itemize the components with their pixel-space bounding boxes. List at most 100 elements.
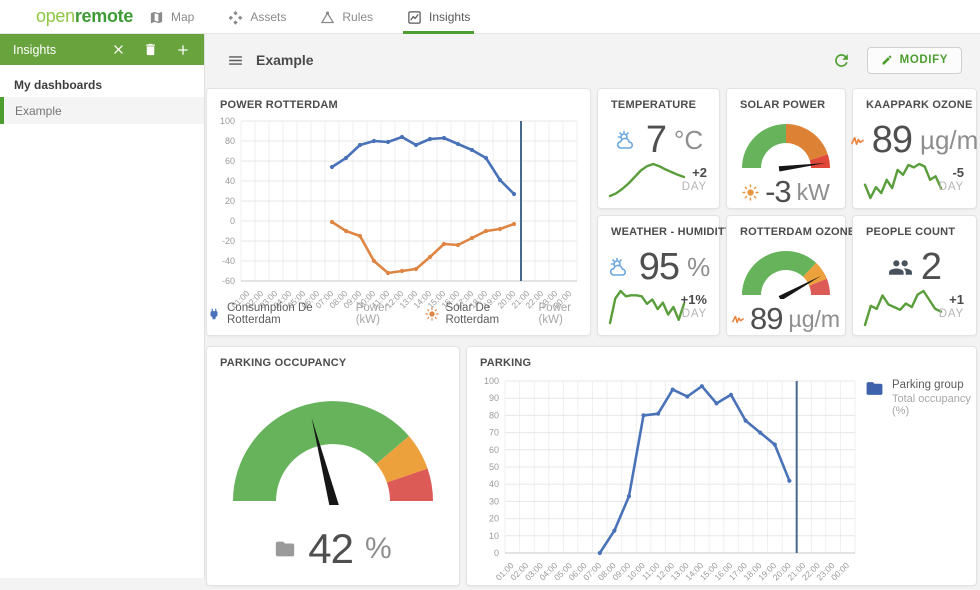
page-title: Example — [256, 52, 314, 68]
svg-text:-20: -20 — [222, 236, 235, 246]
close-icon[interactable] — [111, 42, 126, 57]
humidity-unit: % — [687, 252, 710, 283]
temperature-value: 7 — [646, 119, 666, 162]
rotterdam-ozone-gauge — [731, 241, 841, 304]
sidebar-header: Insights — [0, 34, 204, 65]
rotterdam-unit: µg/m — [788, 306, 840, 333]
logo-remote-text: remote — [75, 6, 133, 26]
logo-open-text: open — [36, 6, 75, 26]
top-navbar: openremote Map Assets Rules Insights — [0, 0, 980, 34]
nav-item-label: Insights — [429, 10, 470, 24]
nav-item-map[interactable]: Map — [145, 0, 198, 34]
delta-value: +2 — [682, 165, 707, 180]
modify-button[interactable]: MODIFY — [867, 47, 962, 74]
widget-weather-humidity: WEATHER - HUMIDITY 95 % +1% DAY — [597, 215, 720, 336]
legend-series-attribute: Total occupancy (%) — [892, 393, 976, 417]
svg-text:90: 90 — [489, 393, 499, 403]
nav-item-insights[interactable]: Insights — [403, 0, 474, 34]
legend-item-consumption[interactable]: Consumption De Rotterdam Power (kW) — [207, 302, 407, 326]
svg-text:70: 70 — [489, 428, 499, 438]
nav-item-rules[interactable]: Rules — [316, 0, 377, 34]
sidebar-item-example[interactable]: Example — [0, 97, 204, 124]
svg-text:-40: -40 — [222, 256, 235, 266]
kaappark-value: 89 — [872, 119, 912, 162]
legend-item-solar[interactable]: Solar De Rotterdam Power (kW) — [425, 302, 590, 326]
legend-series-attribute: Power (kW) — [356, 302, 408, 326]
nav-item-label: Map — [171, 10, 194, 24]
widget-kaappark-ozone: KAAPPARK OZONE 89 µg/m -5 DAY — [852, 88, 977, 209]
parking-occupancy-gauge — [223, 389, 443, 510]
widget-title: POWER ROTTERDAM — [220, 99, 338, 111]
nav-item-assets[interactable]: Assets — [224, 0, 290, 34]
people-sparkline — [862, 288, 944, 333]
parking-occupancy-value-row: 42 % — [207, 525, 459, 573]
parking-occupancy-unit: % — [365, 532, 392, 566]
widget-title: SOLAR POWER — [740, 99, 825, 111]
svg-text:60: 60 — [225, 156, 235, 166]
parking-occupancy-value: 42 — [308, 525, 353, 573]
svg-text:20: 20 — [489, 514, 499, 524]
solar-power-value-row: -3 kW — [727, 174, 845, 210]
widget-parking-occupancy: PARKING OCCUPANCY 42 % — [206, 346, 460, 586]
nav-item-label: Assets — [250, 10, 286, 24]
widget-people-count: PEOPLE COUNT 2 +1 DAY — [852, 215, 977, 336]
weather-cloudy-icon — [607, 256, 631, 280]
refresh-icon[interactable] — [832, 51, 851, 70]
assets-icon — [228, 10, 243, 25]
svg-text:100: 100 — [220, 116, 235, 126]
people-count-value: 2 — [921, 246, 941, 289]
rotterdam-value: 89 — [750, 301, 782, 337]
legend-series-name: Parking group — [892, 379, 976, 391]
people-delta-block: +1 DAY — [939, 292, 964, 320]
parking-chart-legend[interactable]: Parking group Total occupancy (%) — [865, 379, 976, 417]
ozone-icon — [732, 313, 744, 325]
trash-icon[interactable] — [143, 42, 158, 57]
people-value-row: 2 — [853, 246, 976, 289]
power-rotterdam-chart: 100806040200-20-40-6001:0002:0003:0004:0… — [211, 113, 587, 316]
svg-text:80: 80 — [489, 410, 499, 420]
openremote-logo[interactable]: openremote — [36, 6, 133, 27]
svg-text:40: 40 — [489, 479, 499, 489]
widget-title: KAAPPARK OZONE — [866, 99, 973, 111]
widget-temperature: TEMPERATURE 7 °C +2 DAY — [597, 88, 720, 209]
add-dashboard-icon[interactable] — [175, 42, 191, 58]
widget-title: WEATHER - HUMIDITY — [611, 226, 732, 238]
svg-text:30: 30 — [489, 496, 499, 506]
kaappark-delta-block: -5 DAY — [939, 165, 964, 193]
svg-text:100: 100 — [484, 376, 499, 386]
hamburger-menu-icon[interactable] — [227, 52, 244, 69]
widget-rotterdam-ozone: ROTTERDAM OZONE 89 µg/m — [726, 215, 846, 336]
legend-series-name: Consumption De Rotterdam — [227, 302, 350, 326]
widget-title: PARKING — [480, 357, 531, 369]
power-plug-icon — [207, 307, 221, 321]
sidebar-title: Insights — [13, 43, 94, 57]
humidity-value-row: 95 % — [598, 246, 719, 289]
delta-value: +1 — [939, 292, 964, 307]
pencil-icon — [881, 54, 893, 66]
people-icon — [888, 255, 913, 280]
svg-text:0: 0 — [494, 548, 499, 558]
rotterdam-value-row: 89 µg/m — [727, 301, 845, 337]
nav-items: Map Assets Rules Insights — [145, 0, 474, 34]
svg-text:0: 0 — [230, 216, 235, 226]
delta-period: DAY — [681, 308, 707, 320]
solar-power-unit: kW — [797, 179, 830, 206]
svg-text:80: 80 — [225, 136, 235, 146]
widget-title: PARKING OCCUPANCY — [220, 357, 346, 369]
solar-power-gauge — [731, 114, 841, 177]
insights-sidebar: Insights My dashboards Example — [0, 34, 205, 578]
sun-icon — [742, 184, 759, 201]
svg-text:60: 60 — [489, 445, 499, 455]
temperature-delta-block: +2 DAY — [682, 165, 707, 193]
kaappark-sparkline — [862, 161, 944, 206]
solar-power-value: -3 — [765, 174, 791, 210]
sun-icon — [425, 307, 439, 321]
weather-partly-cloudy-icon — [614, 129, 638, 153]
humidity-delta-block: +1% DAY — [681, 292, 707, 320]
widget-title: PEOPLE COUNT — [866, 226, 955, 238]
svg-text:40: 40 — [225, 176, 235, 186]
temperature-sparkline — [607, 161, 687, 204]
insights-icon — [407, 10, 422, 25]
parking-folder-icon — [274, 538, 296, 560]
widget-title: ROTTERDAM OZONE — [740, 226, 855, 238]
